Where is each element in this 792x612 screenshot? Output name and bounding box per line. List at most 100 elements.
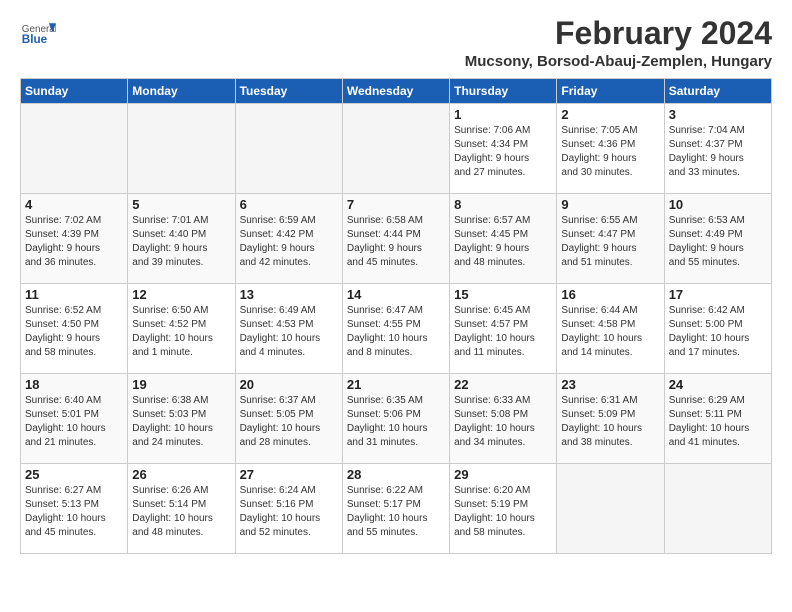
calendar-table: SundayMondayTuesdayWednesdayThursdayFrid… bbox=[20, 78, 772, 554]
calendar-day-cell: 9 Sunrise: 6:55 AM Sunset: 4:47 PM Daylig… bbox=[557, 194, 664, 284]
day-number: 4 bbox=[25, 197, 123, 212]
calendar-day-cell: 18 Sunrise: 6:40 AM Sunset: 5:01 PM Dayli… bbox=[21, 374, 128, 464]
calendar-day-cell: 21 Sunrise: 6:35 AM Sunset: 5:06 PM Dayli… bbox=[342, 374, 449, 464]
day-info: Sunrise: 6:22 AM Sunset: 5:17 PM Dayligh… bbox=[347, 484, 445, 540]
subtitle: Mucsony, Borsod-Abauj-Zemplen, Hungary bbox=[465, 53, 772, 70]
day-number: 16 bbox=[561, 287, 659, 302]
calendar-day-cell: 3 Sunrise: 7:04 AM Sunset: 4:37 PM Daylig… bbox=[664, 104, 771, 194]
day-number: 6 bbox=[240, 197, 338, 212]
calendar-day-cell: 14Sunrise: 6:47 AM Sunset: 4:55 PM Dayli… bbox=[342, 284, 449, 374]
day-number: 13 bbox=[240, 287, 338, 302]
day-number: 26 bbox=[132, 467, 230, 482]
day-number: 28 bbox=[347, 467, 445, 482]
calendar-day-cell: 6 Sunrise: 6:59 AM Sunset: 4:42 PM Daylig… bbox=[235, 194, 342, 284]
calendar-day-cell: 27 Sunrise: 6:24 AM Sunset: 5:16 PM Dayli… bbox=[235, 464, 342, 554]
calendar-day-cell: 25 Sunrise: 6:27 AM Sunset: 5:13 PM Dayli… bbox=[21, 464, 128, 554]
calendar-day-cell: 20 Sunrise: 6:37 AM Sunset: 5:05 PM Dayli… bbox=[235, 374, 342, 464]
day-number: 1 bbox=[454, 107, 552, 122]
day-number: 10 bbox=[669, 197, 767, 212]
day-info: Sunrise: 6:52 AM Sunset: 4:50 PM Dayligh… bbox=[25, 304, 123, 360]
calendar-day-cell: 17 Sunrise: 6:42 AM Sunset: 5:00 PM Dayli… bbox=[664, 284, 771, 374]
column-header-tuesday: Tuesday bbox=[235, 79, 342, 104]
column-header-saturday: Saturday bbox=[664, 79, 771, 104]
calendar-day-cell: 16 Sunrise: 6:44 AM Sunset: 4:58 PM Dayli… bbox=[557, 284, 664, 374]
calendar-day-cell: 11 Sunrise: 6:52 AM Sunset: 4:50 PM Dayli… bbox=[21, 284, 128, 374]
calendar-day-cell: 2 Sunrise: 7:05 AM Sunset: 4:36 PM Daylig… bbox=[557, 104, 664, 194]
calendar-day-cell bbox=[21, 104, 128, 194]
day-info: Sunrise: 7:06 AM Sunset: 4:34 PM Dayligh… bbox=[454, 124, 552, 180]
column-header-sunday: Sunday bbox=[21, 79, 128, 104]
day-number: 25 bbox=[25, 467, 123, 482]
day-number: 15 bbox=[454, 287, 552, 302]
calendar-day-cell: 26Sunrise: 6:26 AM Sunset: 5:14 PM Dayli… bbox=[128, 464, 235, 554]
logo: General Blue bbox=[20, 16, 56, 52]
calendar-day-cell: 12 Sunrise: 6:50 AM Sunset: 4:52 PM Dayli… bbox=[128, 284, 235, 374]
day-number: 2 bbox=[561, 107, 659, 122]
main-title: February 2024 bbox=[465, 16, 772, 51]
column-header-thursday: Thursday bbox=[450, 79, 557, 104]
day-info: Sunrise: 6:35 AM Sunset: 5:06 PM Dayligh… bbox=[347, 394, 445, 450]
calendar-day-cell: 29 Sunrise: 6:20 AM Sunset: 5:19 PM Dayli… bbox=[450, 464, 557, 554]
day-number: 12 bbox=[132, 287, 230, 302]
day-number: 18 bbox=[25, 377, 123, 392]
day-info: Sunrise: 6:37 AM Sunset: 5:05 PM Dayligh… bbox=[240, 394, 338, 450]
day-number: 11 bbox=[25, 287, 123, 302]
column-header-wednesday: Wednesday bbox=[342, 79, 449, 104]
day-info: Sunrise: 6:24 AM Sunset: 5:16 PM Dayligh… bbox=[240, 484, 338, 540]
day-number: 7 bbox=[347, 197, 445, 212]
day-info: Sunrise: 7:01 AM Sunset: 4:40 PM Dayligh… bbox=[132, 214, 230, 270]
column-header-friday: Friday bbox=[557, 79, 664, 104]
day-number: 23 bbox=[561, 377, 659, 392]
day-info: Sunrise: 7:05 AM Sunset: 4:36 PM Dayligh… bbox=[561, 124, 659, 180]
calendar-day-cell bbox=[128, 104, 235, 194]
day-number: 29 bbox=[454, 467, 552, 482]
day-info: Sunrise: 6:50 AM Sunset: 4:52 PM Dayligh… bbox=[132, 304, 230, 360]
calendar-day-cell: 1 Sunrise: 7:06 AM Sunset: 4:34 PM Daylig… bbox=[450, 104, 557, 194]
title-block: February 2024 Mucsony, Borsod-Abauj-Zemp… bbox=[465, 16, 772, 70]
day-info: Sunrise: 7:04 AM Sunset: 4:37 PM Dayligh… bbox=[669, 124, 767, 180]
day-number: 5 bbox=[132, 197, 230, 212]
day-number: 17 bbox=[669, 287, 767, 302]
svg-text:Blue: Blue bbox=[22, 33, 48, 46]
day-number: 19 bbox=[132, 377, 230, 392]
day-info: Sunrise: 6:33 AM Sunset: 5:08 PM Dayligh… bbox=[454, 394, 552, 450]
day-info: Sunrise: 7:02 AM Sunset: 4:39 PM Dayligh… bbox=[25, 214, 123, 270]
calendar-day-cell bbox=[342, 104, 449, 194]
day-info: Sunrise: 6:49 AM Sunset: 4:53 PM Dayligh… bbox=[240, 304, 338, 360]
day-info: Sunrise: 6:55 AM Sunset: 4:47 PM Dayligh… bbox=[561, 214, 659, 270]
day-info: Sunrise: 6:40 AM Sunset: 5:01 PM Dayligh… bbox=[25, 394, 123, 450]
calendar-day-cell: 22 Sunrise: 6:33 AM Sunset: 5:08 PM Dayli… bbox=[450, 374, 557, 464]
calendar-day-cell: 5 Sunrise: 7:01 AM Sunset: 4:40 PM Daylig… bbox=[128, 194, 235, 284]
day-number: 9 bbox=[561, 197, 659, 212]
day-info: Sunrise: 6:45 AM Sunset: 4:57 PM Dayligh… bbox=[454, 304, 552, 360]
day-info: Sunrise: 6:20 AM Sunset: 5:19 PM Dayligh… bbox=[454, 484, 552, 540]
day-info: Sunrise: 6:27 AM Sunset: 5:13 PM Dayligh… bbox=[25, 484, 123, 540]
calendar-day-cell: 15 Sunrise: 6:45 AM Sunset: 4:57 PM Dayli… bbox=[450, 284, 557, 374]
calendar-day-cell: 19Sunrise: 6:38 AM Sunset: 5:03 PM Dayli… bbox=[128, 374, 235, 464]
day-info: Sunrise: 6:31 AM Sunset: 5:09 PM Dayligh… bbox=[561, 394, 659, 450]
day-number: 27 bbox=[240, 467, 338, 482]
calendar-day-cell: 4 Sunrise: 7:02 AM Sunset: 4:39 PM Daylig… bbox=[21, 194, 128, 284]
calendar-week-row: 11 Sunrise: 6:52 AM Sunset: 4:50 PM Dayli… bbox=[21, 284, 772, 374]
calendar-header-row: SundayMondayTuesdayWednesdayThursdayFrid… bbox=[21, 79, 772, 104]
header: General Blue February 2024 Mucsony, Bors… bbox=[20, 16, 772, 70]
day-info: Sunrise: 6:59 AM Sunset: 4:42 PM Dayligh… bbox=[240, 214, 338, 270]
column-header-monday: Monday bbox=[128, 79, 235, 104]
day-number: 14 bbox=[347, 287, 445, 302]
day-info: Sunrise: 6:53 AM Sunset: 4:49 PM Dayligh… bbox=[669, 214, 767, 270]
calendar-day-cell bbox=[557, 464, 664, 554]
day-number: 20 bbox=[240, 377, 338, 392]
calendar-day-cell: 28 Sunrise: 6:22 AM Sunset: 5:17 PM Dayli… bbox=[342, 464, 449, 554]
calendar-day-cell: 23 Sunrise: 6:31 AM Sunset: 5:09 PM Dayli… bbox=[557, 374, 664, 464]
day-number: 3 bbox=[669, 107, 767, 122]
day-number: 8 bbox=[454, 197, 552, 212]
calendar-week-row: 1 Sunrise: 7:06 AM Sunset: 4:34 PM Daylig… bbox=[21, 104, 772, 194]
calendar-week-row: 4 Sunrise: 7:02 AM Sunset: 4:39 PM Daylig… bbox=[21, 194, 772, 284]
day-info: Sunrise: 6:29 AM Sunset: 5:11 PM Dayligh… bbox=[669, 394, 767, 450]
day-info: Sunrise: 6:44 AM Sunset: 4:58 PM Dayligh… bbox=[561, 304, 659, 360]
day-number: 21 bbox=[347, 377, 445, 392]
calendar-week-row: 25 Sunrise: 6:27 AM Sunset: 5:13 PM Dayli… bbox=[21, 464, 772, 554]
calendar-day-cell: 7Sunrise: 6:58 AM Sunset: 4:44 PM Daylig… bbox=[342, 194, 449, 284]
day-number: 22 bbox=[454, 377, 552, 392]
day-info: Sunrise: 6:42 AM Sunset: 5:00 PM Dayligh… bbox=[669, 304, 767, 360]
